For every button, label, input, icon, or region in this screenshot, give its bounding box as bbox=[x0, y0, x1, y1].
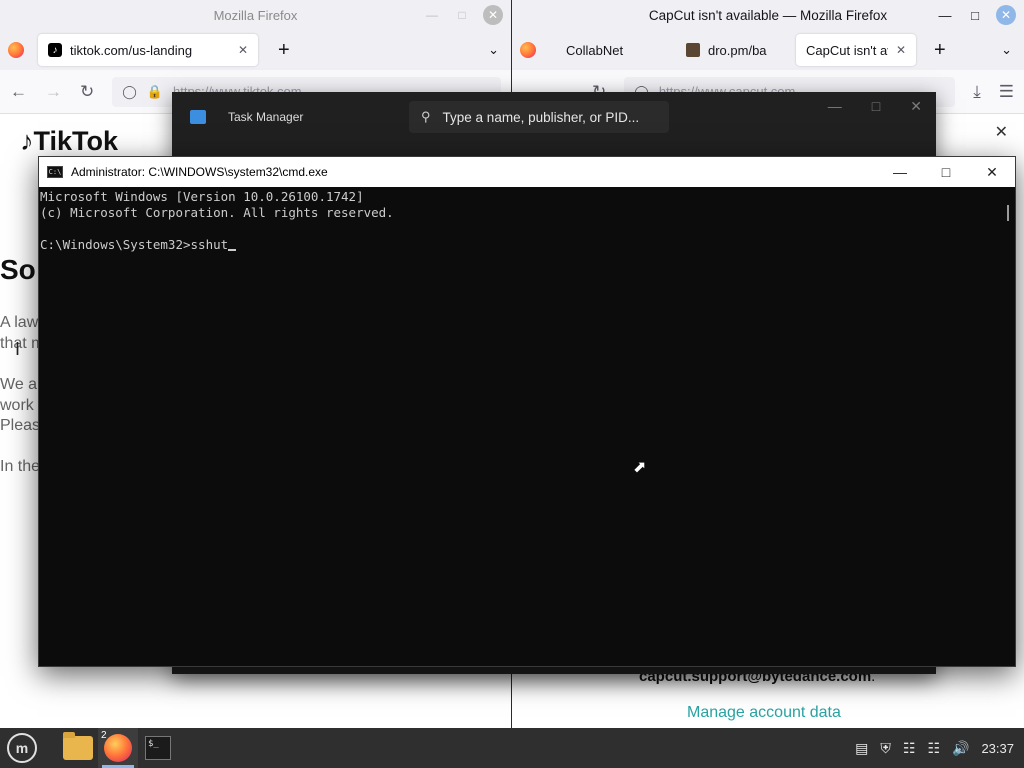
tab-capcut[interactable]: CapCut isn't av ✕ bbox=[796, 34, 916, 66]
maximize-icon[interactable]: □ bbox=[923, 157, 969, 187]
lock-icon[interactable]: 🔒 bbox=[147, 84, 163, 100]
close-icon[interactable]: ✕ bbox=[996, 5, 1016, 25]
window-count-badge: 2 bbox=[101, 730, 107, 741]
volume-icon[interactable]: 🔊 bbox=[952, 740, 969, 757]
tab-bar: ♪ tiktok.com/us-landing ✕ + ⌄ bbox=[0, 30, 511, 70]
window-titlebar[interactable]: CapCut isn't available — Mozilla Firefox… bbox=[512, 0, 1024, 30]
search-icon: ⚲ bbox=[421, 109, 431, 124]
notes-icon[interactable]: ☷ bbox=[903, 740, 916, 757]
minimize-icon[interactable]: — bbox=[423, 6, 441, 24]
tab-label: CapCut isn't av bbox=[806, 42, 888, 58]
taskbar: m 2 $_ ▤ ⛨ ☷ ☷ 🔊 23:37 bbox=[0, 728, 1024, 768]
clipboard-icon[interactable]: ▤ bbox=[855, 740, 868, 757]
tab-collabnet[interactable]: CollabNet bbox=[556, 34, 676, 66]
body-line: In the bbox=[0, 458, 41, 475]
reload-icon[interactable]: ↻ bbox=[80, 82, 94, 102]
console-prompt-line[interactable]: C:\Windows\System32>sshut bbox=[40, 237, 1015, 253]
tab-label: CollabNet bbox=[566, 42, 624, 58]
tab-bar: CollabNet dro.pm/ba CapCut isn't av ✕ + … bbox=[512, 30, 1024, 70]
scrollbar-thumb[interactable] bbox=[1007, 205, 1009, 221]
mint-logo-icon: m bbox=[7, 733, 37, 763]
close-icon[interactable]: ✕ bbox=[969, 157, 1015, 187]
list-tabs-chevron-icon[interactable]: ⌄ bbox=[1001, 42, 1012, 58]
tiktok-logo: ♪TikTok bbox=[20, 126, 119, 156]
window-title: CapCut isn't available — Mozilla Firefox bbox=[648, 7, 888, 23]
firefox-view-icon[interactable] bbox=[8, 42, 24, 58]
command-input[interactable]: sshut bbox=[191, 237, 229, 252]
text-caret bbox=[228, 249, 237, 251]
cmd-icon: C:\ bbox=[47, 166, 63, 178]
system-tray: ▤ ⛨ ☷ ☷ 🔊 23:37 bbox=[855, 740, 1024, 757]
window-title: Task Manager bbox=[228, 110, 304, 124]
minimize-icon[interactable]: — bbox=[936, 6, 954, 24]
shield-icon[interactable]: ◯ bbox=[122, 84, 137, 100]
network-icon[interactable]: ☷ bbox=[927, 740, 940, 757]
window-title: Mozilla Firefox bbox=[213, 7, 298, 23]
tab-label: dro.pm/ba bbox=[708, 42, 767, 58]
close-icon[interactable]: ✕ bbox=[910, 98, 922, 115]
files-launcher[interactable] bbox=[58, 728, 98, 768]
manage-account-link[interactable]: Manage account data bbox=[687, 704, 841, 722]
task-manager-icon bbox=[190, 110, 206, 124]
tiktok-note-icon: ♪ bbox=[20, 126, 34, 156]
cmd-window: C:\ Administrator: C:\WINDOWS\system32\c… bbox=[38, 156, 1016, 667]
console-line: Microsoft Windows [Version 10.0.26100.17… bbox=[40, 189, 364, 204]
body-line: work bbox=[0, 397, 34, 414]
window-titlebar[interactable]: C:\ Administrator: C:\WINDOWS\system32\c… bbox=[39, 157, 1015, 187]
clock[interactable]: 23:37 bbox=[981, 741, 1014, 756]
terminal-icon: $_ bbox=[145, 736, 171, 760]
search-input[interactable]: ⚲ Type a name, publisher, or PID... bbox=[409, 101, 669, 133]
tab-label: tiktok.com/us-landing bbox=[70, 42, 193, 58]
maximize-icon[interactable]: □ bbox=[453, 6, 471, 24]
close-icon[interactable]: ✕ bbox=[483, 5, 503, 25]
notice-close-icon[interactable]: ✕ bbox=[995, 122, 1008, 142]
firefox-icon bbox=[104, 734, 132, 762]
body-line: We a bbox=[0, 376, 38, 393]
page-heading: So bbox=[0, 254, 36, 285]
search-placeholder: Type a name, publisher, or PID... bbox=[442, 109, 640, 125]
forward-icon[interactable]: → bbox=[45, 82, 62, 102]
tab-tiktok[interactable]: ♪ tiktok.com/us-landing ✕ bbox=[38, 34, 258, 66]
minimize-icon[interactable]: — bbox=[828, 98, 842, 115]
firefox-view-icon[interactable] bbox=[520, 42, 536, 58]
shield-update-icon[interactable]: ⛨ bbox=[880, 740, 891, 757]
back-icon[interactable]: ← bbox=[10, 82, 27, 102]
text-cursor-icon: I bbox=[15, 339, 21, 359]
start-menu-button[interactable]: m bbox=[0, 728, 44, 768]
mouse-pointer-icon: ⬈ bbox=[633, 459, 647, 476]
body-line: A law bbox=[0, 314, 39, 331]
download-icon[interactable]: ⤓ bbox=[973, 82, 981, 102]
maximize-icon[interactable]: □ bbox=[966, 6, 984, 24]
window-title: Administrator: C:\WINDOWS\system32\cmd.e… bbox=[71, 165, 328, 179]
tiktok-favicon-icon: ♪ bbox=[48, 43, 62, 57]
console-output[interactable]: Microsoft Windows [Version 10.0.26100.17… bbox=[39, 187, 1015, 253]
terminal-taskbar-button[interactable]: $_ bbox=[138, 728, 178, 768]
firefox-taskbar-button[interactable]: 2 bbox=[98, 728, 138, 768]
tab-close-icon[interactable]: ✕ bbox=[238, 43, 248, 57]
new-tab-icon[interactable]: + bbox=[278, 39, 290, 62]
tab-close-icon[interactable]: ✕ bbox=[896, 43, 906, 57]
window-titlebar[interactable]: Mozilla Firefox — □ ✕ bbox=[0, 0, 511, 30]
list-tabs-chevron-icon[interactable]: ⌄ bbox=[488, 42, 499, 58]
prompt: C:\Windows\System32> bbox=[40, 237, 191, 252]
folder-icon bbox=[63, 732, 93, 760]
minimize-icon[interactable]: — bbox=[877, 157, 923, 187]
window-titlebar[interactable]: Task Manager ⚲ Type a name, publisher, o… bbox=[172, 92, 936, 142]
console-line: (c) Microsoft Corporation. All rights re… bbox=[40, 205, 394, 220]
menu-icon[interactable]: ☰ bbox=[999, 82, 1014, 102]
tab-dro[interactable]: dro.pm/ba bbox=[676, 34, 796, 66]
body-line: Pleas bbox=[0, 417, 41, 434]
maximize-icon[interactable]: □ bbox=[872, 98, 880, 115]
dro-favicon-icon bbox=[686, 43, 700, 57]
new-tab-icon[interactable]: + bbox=[934, 39, 946, 62]
